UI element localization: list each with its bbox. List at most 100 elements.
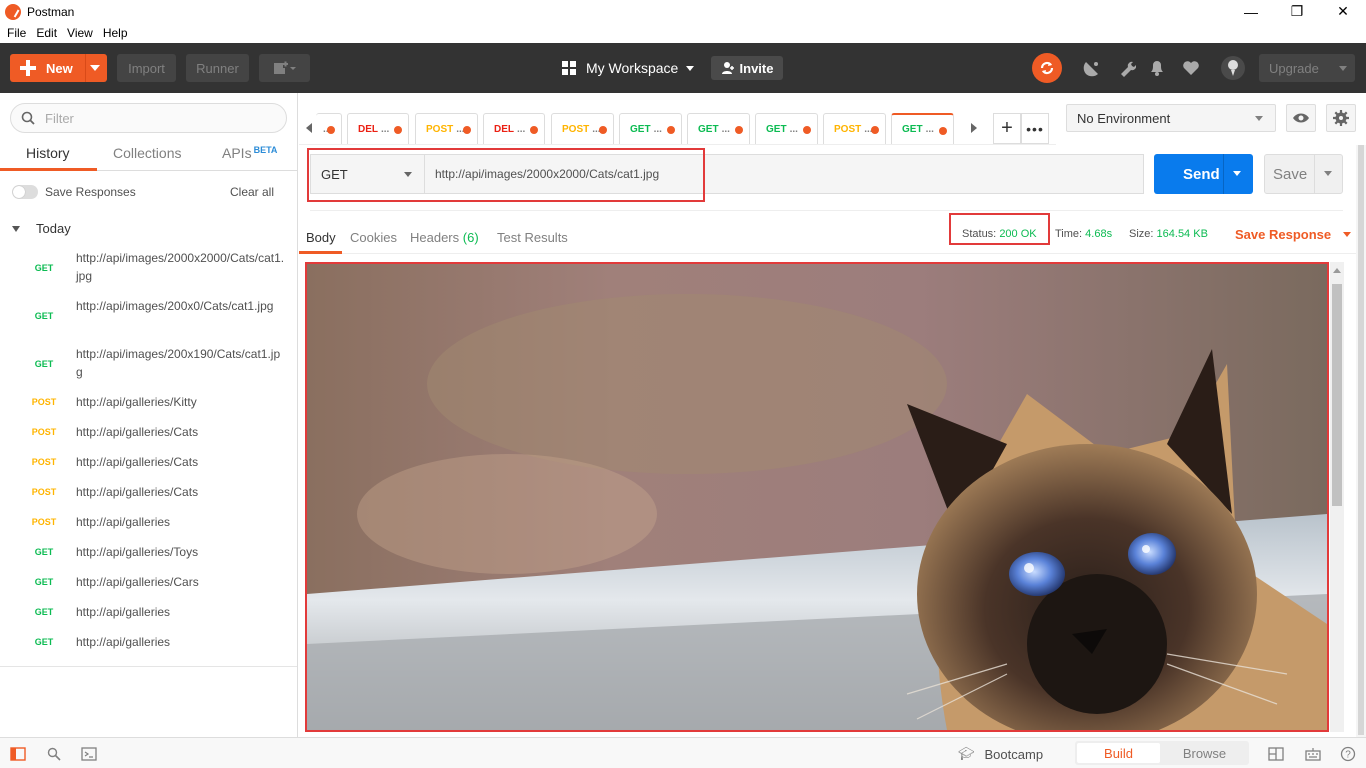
graduation-cap-icon: 🎓︎ (958, 746, 975, 761)
method-badge: POST (31, 397, 57, 407)
history-item[interactable]: GET http://api/images/200x190/Cats/cat1.… (0, 345, 297, 383)
browse-mode-button[interactable]: Browse (1162, 743, 1247, 763)
bell-icon[interactable] (1147, 58, 1167, 78)
save-button[interactable]: Save (1264, 154, 1343, 194)
import-button[interactable]: Import (117, 54, 176, 82)
help-icon[interactable]: ? (1340, 746, 1356, 762)
toggle-switch[interactable] (12, 185, 38, 199)
tab-method: GET (698, 123, 719, 135)
bootcamp-button[interactable]: 🎓︎ Bootcamp (958, 746, 1043, 762)
more-tabs-button[interactable]: ••• (1021, 113, 1049, 144)
build-mode-button[interactable]: Build (1077, 743, 1160, 763)
history-item[interactable]: GET http://api/galleries (0, 603, 297, 623)
history-item[interactable]: GET http://api/galleries/Cars (0, 573, 297, 593)
scrollbar-thumb[interactable] (1332, 284, 1342, 506)
tab-body[interactable]: Body (306, 230, 336, 245)
history-item[interactable]: POST http://api/galleries/Cats (0, 453, 297, 473)
runner-button[interactable]: Runner (186, 54, 249, 82)
response-image (305, 262, 1329, 732)
menu-file[interactable]: File (2, 26, 31, 40)
request-tab[interactable]: POST... (823, 113, 886, 144)
chevron-down-icon[interactable] (90, 65, 100, 71)
url-input[interactable] (435, 167, 1135, 181)
history-item[interactable]: POST http://api/galleries/Kitty (0, 393, 297, 413)
scroll-right-icon[interactable] (971, 123, 977, 133)
request-tab[interactable]: DEL... (483, 113, 545, 144)
scroll-left-icon[interactable] (306, 123, 312, 133)
request-options-bar (310, 203, 1343, 211)
request-tab[interactable]: DEL... (347, 113, 409, 144)
history-item[interactable]: POST http://api/galleries/Cats (0, 423, 297, 443)
tab-history[interactable]: History (26, 145, 70, 161)
tab-headers[interactable]: Headers (6) (410, 230, 479, 245)
tab-test-results[interactable]: Test Results (497, 230, 568, 245)
response-scrollbar[interactable] (1330, 262, 1344, 732)
new-window-icon (273, 61, 296, 74)
workspace-selector[interactable]: My Workspace (562, 57, 695, 79)
menu-edit[interactable]: Edit (31, 26, 62, 40)
request-tab[interactable]: GET... (687, 113, 750, 144)
request-tab[interactable]: GET... (755, 113, 818, 144)
menu-view[interactable]: View (62, 26, 98, 40)
chevron-down-icon[interactable] (1233, 171, 1241, 176)
environment-quick-look-button[interactable] (1286, 104, 1316, 132)
size-value: 164.54 KB (1156, 228, 1208, 240)
tab-method: POST (426, 123, 454, 135)
clear-all-button[interactable]: Clear all (230, 185, 274, 199)
scroll-up-icon[interactable] (1333, 268, 1341, 273)
tab-method: POST (834, 123, 862, 135)
scrollbar-thumb[interactable] (1358, 145, 1364, 735)
upgrade-button[interactable]: Upgrade (1259, 54, 1355, 82)
history-item[interactable]: GET http://api/galleries/Toys (0, 543, 297, 563)
url-box (424, 154, 1144, 194)
tab-method: GET (630, 123, 651, 135)
send-button[interactable]: Send (1154, 154, 1253, 194)
response-time: Time: 4.68s (1055, 228, 1112, 240)
history-item[interactable]: POST http://api/galleries (0, 513, 297, 533)
sync-icon[interactable] (1032, 53, 1062, 83)
close-icon[interactable]: ✕ (1320, 0, 1366, 23)
chevron-down-icon[interactable] (1324, 171, 1332, 176)
manage-environments-button[interactable] (1326, 104, 1356, 132)
new-window-button[interactable] (259, 54, 310, 82)
bootcamp-label: Bootcamp (984, 746, 1044, 762)
keyboard-shortcuts-icon[interactable] (1305, 746, 1321, 762)
upgrade-label: Upgrade (1269, 60, 1319, 76)
invite-button[interactable]: Invite (711, 56, 783, 80)
request-tab-active[interactable]: GET... (891, 113, 954, 144)
request-tab[interactable]: POST... (551, 113, 614, 144)
restore-icon[interactable]: ❐ (1274, 0, 1320, 23)
main-scrollbar[interactable] (1356, 145, 1366, 737)
history-item[interactable]: POST http://api/galleries/Cats (0, 483, 297, 503)
minimize-icon[interactable]: — (1228, 0, 1274, 23)
toggle-sidebar-icon[interactable] (10, 746, 26, 762)
tab-apis[interactable]: APIs BETA (222, 145, 277, 161)
heart-icon[interactable] (1181, 58, 1201, 78)
chevron-down-icon (1343, 232, 1352, 237)
wrench-icon[interactable] (1117, 58, 1137, 78)
menu-help[interactable]: Help (98, 26, 133, 40)
environment-selector[interactable]: No Environment (1066, 104, 1276, 132)
find-replace-icon[interactable] (46, 746, 62, 762)
method-select[interactable]: GET (310, 154, 425, 194)
history-url: http://api/galleries/Cats (76, 455, 199, 469)
satellite-icon[interactable] (1082, 58, 1102, 78)
filter-input[interactable] (45, 110, 265, 126)
tab-cookies[interactable]: Cookies (350, 230, 397, 245)
new-tab-button[interactable]: + (993, 113, 1021, 144)
request-tab[interactable]: GET... (619, 113, 682, 144)
console-icon[interactable] (81, 746, 97, 762)
history-group-today[interactable]: Today (12, 221, 71, 236)
history-item[interactable]: GET http://api/galleries (0, 633, 297, 653)
history-item[interactable]: GET http://api/images/200x0/Cats/cat1.jp… (0, 297, 297, 335)
balloon-icon[interactable] (1221, 56, 1245, 80)
tab-collections[interactable]: Collections (113, 145, 181, 161)
new-button[interactable]: New (10, 54, 107, 82)
two-pane-view-icon[interactable] (1268, 746, 1284, 762)
save-response-button[interactable]: Save Response (1235, 227, 1352, 242)
request-tab[interactable]: ... (316, 113, 342, 144)
request-tab[interactable]: POST... (415, 113, 478, 144)
save-responses-toggle[interactable]: Save Responses (12, 185, 136, 199)
history-item[interactable]: GET http://api/images/2000x2000/Cats/cat… (0, 249, 297, 287)
active-tab-indicator (0, 168, 97, 171)
